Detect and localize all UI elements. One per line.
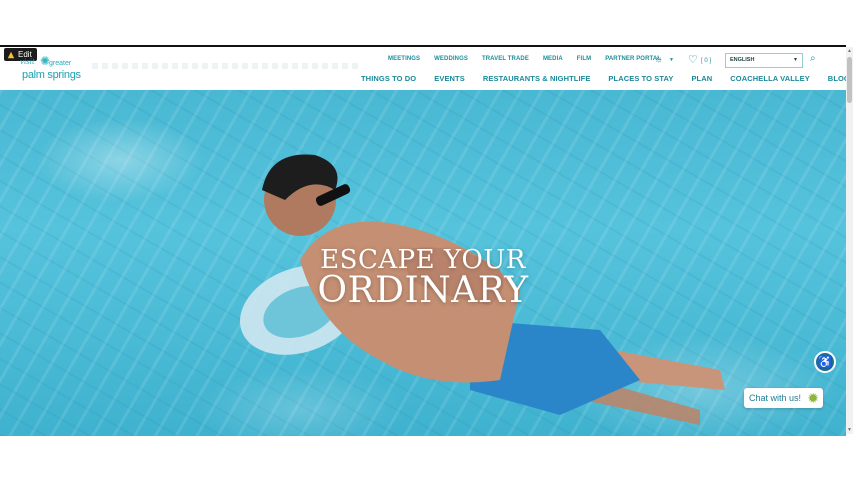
logo-greater: greater bbox=[49, 60, 72, 67]
main-nav: THINGS TO DO EVENTS RESTAURANTS & NIGHTL… bbox=[361, 74, 846, 83]
scroll-down-arrow-icon[interactable]: ▼ bbox=[847, 427, 852, 433]
nav-coachella-valley[interactable]: COACHELLA VALLEY bbox=[730, 74, 810, 83]
util-link-travel-trade[interactable]: TRAVEL TRADE bbox=[482, 56, 529, 62]
language-caret-icon: ▾ bbox=[793, 57, 797, 63]
edit-icon bbox=[7, 51, 15, 58]
chat-label: Chat with us! bbox=[749, 393, 802, 403]
scroll-up-arrow-icon[interactable]: ▲ bbox=[847, 48, 852, 54]
heart-icon[interactable]: ♡ bbox=[688, 53, 698, 66]
decorative-wave bbox=[92, 63, 362, 69]
logo-visit: visit bbox=[20, 58, 35, 66]
nav-restaurants-nightlife[interactable]: RESTAURANTS & NIGHTLIFE bbox=[483, 74, 591, 83]
nav-things-to-do[interactable]: THINGS TO DO bbox=[361, 74, 416, 83]
util-link-weddings[interactable]: WEDDINGS bbox=[434, 56, 468, 62]
hero-banner: ESCAPE YOUR ORDINARY bbox=[0, 90, 846, 436]
util-link-partner-portal[interactable]: PARTNER PORTAL bbox=[605, 56, 661, 62]
top-whitespace bbox=[0, 0, 853, 45]
chat-button[interactable]: Chat with us! ✹ bbox=[744, 388, 824, 408]
search-icon[interactable]: ⌕ bbox=[810, 53, 816, 64]
util-link-meetings[interactable]: MEETINGS bbox=[388, 56, 420, 62]
site-header: Edit visit ✺ greater palm springs MEETIN… bbox=[0, 47, 846, 90]
browser-viewport: Edit visit ✺ greater palm springs MEETIN… bbox=[0, 45, 846, 436]
logo-palm-springs: palm springs bbox=[22, 69, 81, 81]
chevron-down-icon[interactable]: ▼ bbox=[669, 57, 674, 63]
nav-blog[interactable]: BLOG bbox=[828, 74, 846, 83]
util-link-media[interactable]: MEDIA bbox=[543, 56, 563, 62]
favorites-count: [ 0 ] bbox=[701, 58, 712, 64]
nav-plan[interactable]: PLAN bbox=[691, 74, 712, 83]
nav-events[interactable]: EVENTS bbox=[434, 74, 465, 83]
util-link-film[interactable]: FILM bbox=[577, 56, 591, 62]
accessibility-icon[interactable]: ♿ bbox=[814, 351, 836, 373]
hero-title-line2: ORDINARY bbox=[317, 270, 529, 311]
language-selected: ENGLISH bbox=[730, 57, 755, 63]
scroll-thumb[interactable] bbox=[847, 57, 852, 103]
nav-places-to-stay[interactable]: PLACES TO STAY bbox=[608, 74, 673, 83]
scrollbar[interactable]: ▲ ▼ bbox=[846, 47, 853, 434]
language-select[interactable]: ENGLISH ▾ bbox=[725, 53, 803, 68]
sun-icon[interactable]: ☼ bbox=[654, 54, 663, 65]
chat-icon: ✹ bbox=[807, 390, 820, 406]
site-logo[interactable]: visit ✺ greater palm springs bbox=[20, 54, 86, 84]
utility-nav: MEETINGS WEDDINGS TRAVEL TRADE MEDIA FIL… bbox=[388, 56, 675, 62]
